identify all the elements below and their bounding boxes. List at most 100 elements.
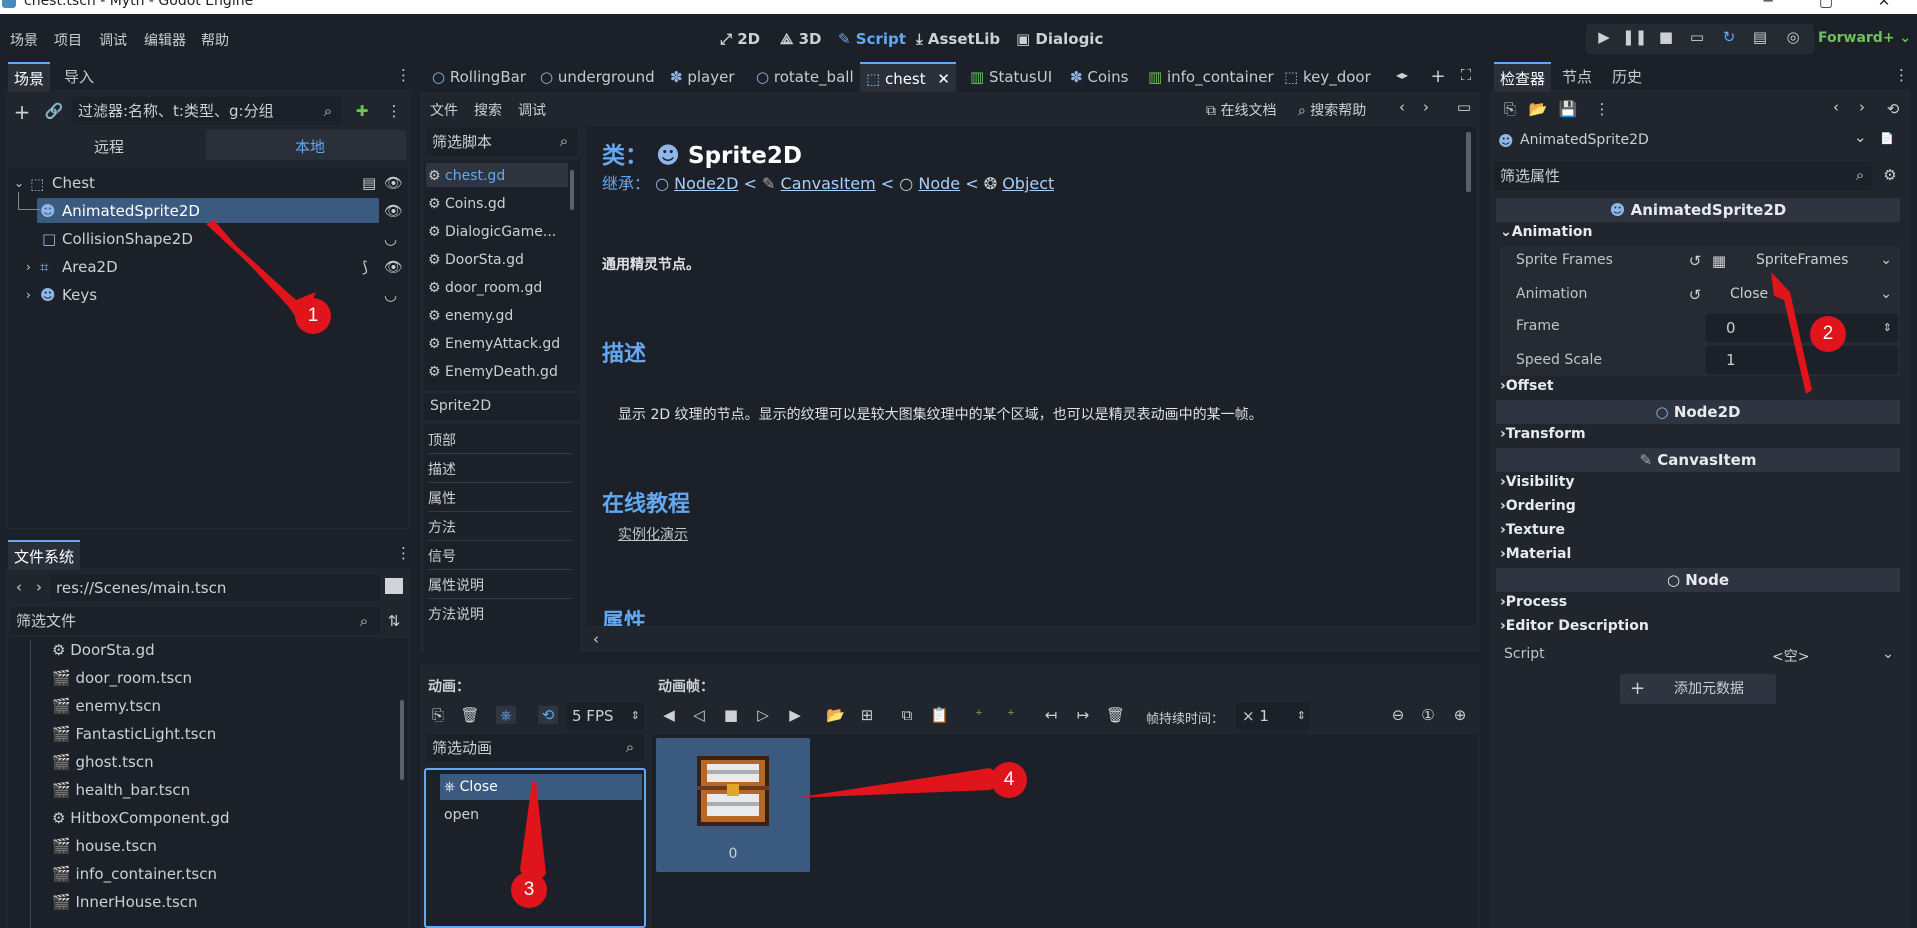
- editor-tab[interactable]: ✽ Coins: [1064, 62, 1134, 92]
- visibility-eye-icon[interactable]: 👁: [384, 254, 403, 280]
- file-filter-input[interactable]: 筛选文件: [10, 607, 380, 635]
- sprite-sheet-icon[interactable]: ⊞: [858, 706, 876, 724]
- tab-assetlib[interactable]: ⤓ AssetLib: [916, 30, 1000, 48]
- category-material[interactable]: ›Material: [1500, 546, 1571, 562]
- next-icon[interactable]: ›: [1418, 98, 1434, 116]
- menu-editor[interactable]: 编辑器: [144, 30, 186, 50]
- prop-sprite-frames-value[interactable]: SpriteFrames ⌄: [1736, 252, 1896, 268]
- revert-icon[interactable]: ↺: [1686, 286, 1704, 304]
- tree-row-collisionshape2d[interactable]: □ CollisionShape2D ◡: [10, 226, 406, 252]
- script-menu-file[interactable]: 文件: [430, 100, 458, 120]
- tab-filesystem[interactable]: 文件系统: [8, 540, 81, 570]
- file-row[interactable]: ⚙ DoorSta.gd: [52, 637, 155, 663]
- path-input[interactable]: res://Scenes/main.tscn: [50, 574, 380, 602]
- file-row[interactable]: 🎬 InnerHouse.tscn: [52, 889, 198, 915]
- file-scrollbar[interactable]: [400, 700, 404, 780]
- script-item[interactable]: ⚙ EnemyDeath.gd: [428, 359, 558, 385]
- pause-icon[interactable]: ❚❚: [1622, 28, 1647, 46]
- delete-frame-icon[interactable]: 🗑: [1106, 706, 1125, 724]
- category-ordering[interactable]: ›Ordering: [1500, 498, 1576, 514]
- scene-filter-input[interactable]: 过滤器:名称、t:类型、g:分组: [72, 97, 342, 125]
- inherit-link[interactable]: Node2D: [674, 174, 738, 193]
- play-backwards-from-end-icon[interactable]: ◀: [660, 706, 678, 724]
- tab-2d[interactable]: ⤢ 2D: [720, 30, 760, 48]
- scene-menu-icon[interactable]: ⋮: [384, 102, 404, 120]
- frame-duration-spinbox[interactable]: × 1 ⇕: [1236, 702, 1310, 730]
- copy-icon[interactable]: ⧉: [898, 706, 916, 724]
- animation-filter-input[interactable]: 筛选动画: [426, 734, 644, 762]
- tab-history[interactable]: 历史: [1606, 62, 1648, 92]
- open-resource-icon[interactable]: 📂: [1528, 100, 1548, 118]
- add-tab-icon[interactable]: +: [1428, 66, 1448, 87]
- editor-tab[interactable]: ▥ info_container: [1142, 62, 1280, 92]
- sprite-frames-resource-icon[interactable]: ▦: [1710, 252, 1728, 270]
- property-options-icon[interactable]: ⚙: [1880, 166, 1900, 184]
- editor-tab[interactable]: ○ rotate_ball: [750, 62, 860, 92]
- prop-animation-value[interactable]: Close ⌄: [1710, 286, 1896, 302]
- zoom-reset-icon[interactable]: ①: [1418, 706, 1438, 724]
- visibility-eye-icon[interactable]: 👁: [384, 170, 403, 196]
- category-editor-description[interactable]: ›Editor Description: [1500, 618, 1649, 634]
- dock-menu-icon[interactable]: ⋮: [1894, 66, 1909, 84]
- prop-speed-value[interactable]: 1: [1706, 346, 1898, 374]
- reload-icon[interactable]: ↻: [1717, 28, 1741, 46]
- play-scene-icon[interactable]: ▤: [1748, 28, 1772, 46]
- editor-tab[interactable]: ○ RollingBar: [426, 62, 532, 92]
- inherit-link[interactable]: CanvasItem: [781, 174, 876, 193]
- play-icon[interactable]: ▶: [1592, 28, 1616, 46]
- zoom-in-icon[interactable]: ⊕: [1450, 706, 1470, 724]
- frame-tile[interactable]: 0: [656, 738, 810, 872]
- outline-item[interactable]: 顶部: [428, 428, 572, 454]
- outline-item[interactable]: 属性说明: [428, 573, 572, 599]
- history-icon[interactable]: ⟲: [1884, 100, 1902, 118]
- script-item[interactable]: ⚙ chest.gd: [428, 163, 505, 189]
- script-list-scrollbar[interactable]: [570, 170, 574, 210]
- maximize-button[interactable]: ▢: [1806, 0, 1846, 10]
- animation-item[interactable]: ⎈ Close: [444, 774, 498, 800]
- file-row[interactable]: 🎬 enemy.tscn: [52, 693, 161, 719]
- script-item[interactable]: ⚙ DialogicGame...: [428, 219, 556, 245]
- remote-button[interactable]: 远程: [94, 136, 124, 157]
- fps-spinbox[interactable]: 5 FPS ⇕: [566, 702, 644, 730]
- paste-icon[interactable]: 📋: [930, 706, 949, 724]
- tab-dialogic[interactable]: ▣ Dialogic: [1016, 30, 1103, 48]
- file-row[interactable]: 🎬 health_bar.tscn: [52, 777, 190, 803]
- animation-item[interactable]: open: [444, 802, 479, 828]
- file-row[interactable]: 🎬 door_room.tscn: [52, 665, 192, 691]
- category-texture[interactable]: ›Texture: [1500, 522, 1565, 538]
- category-animation[interactable]: ⌄Animation: [1500, 224, 1592, 240]
- script-menu-search[interactable]: 搜索: [474, 100, 502, 120]
- sort-icon[interactable]: ⇅: [384, 612, 404, 630]
- move-left-icon[interactable]: ↤: [1042, 706, 1060, 724]
- stop-icon[interactable]: ■: [722, 706, 740, 724]
- load-file-icon[interactable]: 📂: [826, 706, 845, 724]
- editor-tab[interactable]: ⬚ key_door: [1278, 62, 1377, 92]
- hidden-eye-icon[interactable]: ◡: [384, 282, 397, 308]
- play-backwards-icon[interactable]: ◁: [690, 706, 708, 724]
- script-icon[interactable]: ▤: [362, 170, 376, 196]
- distraction-free-icon[interactable]: ⛶: [1456, 66, 1476, 84]
- file-row[interactable]: 🎬 ghost.tscn: [52, 749, 154, 775]
- script-item[interactable]: ⚙ DoorSta.gd: [428, 247, 524, 273]
- autoplay-icon[interactable]: ⎈: [496, 706, 516, 724]
- close-window-button[interactable]: ✕: [1864, 0, 1904, 10]
- script-item[interactable]: ⚙ Coins.gd: [428, 191, 506, 217]
- minimize-button[interactable]: ─: [1748, 0, 1788, 10]
- attach-script-icon[interactable]: ✚: [352, 102, 372, 120]
- remote-debug-icon[interactable]: ▭: [1685, 28, 1709, 46]
- file-row[interactable]: ⚙ HitboxComponent.gd: [52, 805, 230, 831]
- add-node-button[interactable]: +: [12, 100, 32, 124]
- tree-row-animatedsprite2d[interactable]: ☻ AnimatedSprite2D 👁: [10, 192, 406, 224]
- outline-item[interactable]: 方法说明: [428, 602, 572, 628]
- zoom-out-icon[interactable]: ⊖: [1388, 706, 1408, 724]
- add-animation-icon[interactable]: ⎘: [428, 706, 448, 724]
- script-menu-debug[interactable]: 调试: [518, 100, 546, 120]
- toggle-panel-icon[interactable]: ▭: [1454, 98, 1474, 116]
- insert-after-icon[interactable]: ⁺: [1002, 706, 1020, 724]
- dock-menu-icon[interactable]: ⋮: [396, 544, 411, 562]
- prev-icon[interactable]: ‹: [1394, 98, 1410, 116]
- move-right-icon[interactable]: ↦: [1074, 706, 1092, 724]
- doc-icon[interactable]: 📄: [1880, 132, 1894, 145]
- script-item[interactable]: ⚙ EnemyAttack.gd: [428, 331, 560, 357]
- script-item[interactable]: ⚙ door_room.gd: [428, 275, 542, 301]
